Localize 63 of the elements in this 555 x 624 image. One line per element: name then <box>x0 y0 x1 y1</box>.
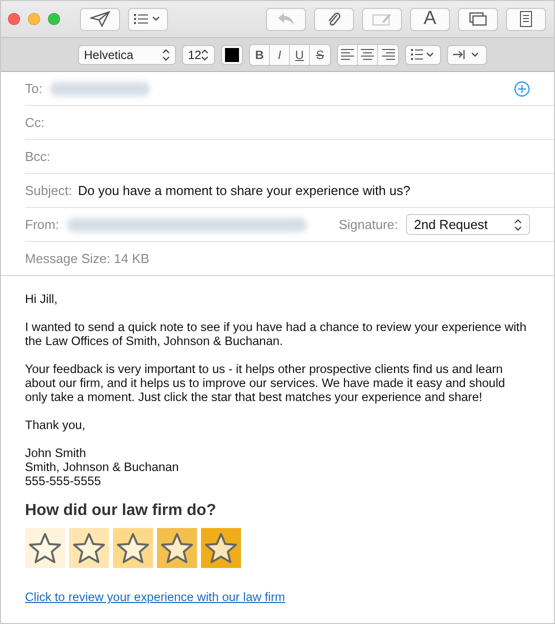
star-rating-button[interactable] <box>69 528 109 568</box>
list-style-button[interactable] <box>405 44 441 64</box>
attach-button[interactable] <box>314 8 354 30</box>
align-right-icon <box>382 49 394 60</box>
align-left-icon <box>341 49 354 60</box>
send-button[interactable] <box>80 8 120 30</box>
font-button[interactable]: A <box>410 8 450 30</box>
message-size: Message Size: 14 KB <box>25 251 150 266</box>
list-button[interactable] <box>128 8 168 30</box>
font-select[interactable]: Helvetica <box>78 44 176 64</box>
paper-plane-icon <box>90 11 110 27</box>
signature-line: John Smith <box>25 446 87 460</box>
signature-label: Signature: <box>338 217 398 232</box>
paperclip-icon <box>327 10 341 28</box>
text-style-button[interactable]: U <box>290 44 310 64</box>
closing: Thank you, <box>25 418 86 432</box>
bcc-label: Bcc: <box>25 149 50 164</box>
text-style-button[interactable]: I <box>270 44 290 64</box>
indent-caret-icon <box>453 49 481 60</box>
subject-field[interactable]: Do you have a moment to share your experience with us? <box>78 183 410 198</box>
window-button[interactable] <box>458 8 498 30</box>
windows-icon <box>469 12 487 26</box>
subject-label: Subject: <box>25 183 72 198</box>
star-rating-button[interactable] <box>113 528 153 568</box>
align-button[interactable] <box>358 44 378 64</box>
from-label: From: <box>25 217 59 232</box>
stepper-icon <box>162 48 170 60</box>
rating-title: How did our law firm do? <box>25 504 218 518</box>
stepper-icon <box>514 218 522 230</box>
stepper-icon <box>201 48 209 60</box>
reply-icon <box>277 12 295 26</box>
indent-button[interactable] <box>447 44 487 64</box>
list-caret-icon <box>411 49 435 60</box>
text-style-button[interactable]: S <box>310 44 330 64</box>
markup-icon <box>372 12 392 26</box>
greeting: Hi Jill, <box>25 292 58 306</box>
close-button[interactable] <box>8 13 20 25</box>
text-style-button[interactable]: B <box>250 44 270 64</box>
template-button[interactable] <box>506 8 546 30</box>
star-icon <box>160 532 194 564</box>
cc-label: Cc: <box>25 115 44 130</box>
paragraph: Your feedback is very important to us - it helps other prospective clients find us and learn about our firm, and it helps us to improve our services. We have made it easy and should only take a moment. Just click the star that best matches your experience and share! <box>25 362 506 404</box>
star-rating-button[interactable] <box>157 528 197 568</box>
align-center-icon <box>361 49 374 60</box>
align-button[interactable] <box>338 44 358 64</box>
star-rating-button[interactable] <box>25 528 65 568</box>
to-label: To: <box>25 81 42 96</box>
star-icon <box>116 532 150 564</box>
paragraph: I wanted to send a quick note to see if you have had a chance to review your experience with the Law Offices of Smith, Johnson & Buchanan. <box>25 320 528 348</box>
signature-line: 555-555-5555 <box>25 474 102 488</box>
size-select[interactable]: 12 <box>182 44 215 64</box>
signature-line: Smith, Johnson & Buchanan <box>25 460 180 474</box>
star-rating-button[interactable] <box>201 528 241 568</box>
star-icon <box>28 532 62 564</box>
star-icon <box>72 532 106 564</box>
color-well[interactable] <box>221 44 243 64</box>
add-contact-icon[interactable] <box>514 80 530 96</box>
document-icon <box>520 11 532 27</box>
star-icon <box>204 532 238 564</box>
list-caret-icon <box>134 13 162 25</box>
review-link[interactable]: Click to review your experience with our law firm <box>25 590 286 604</box>
signature-select[interactable]: 2nd Request <box>406 214 530 235</box>
zoom-button[interactable] <box>48 13 60 25</box>
